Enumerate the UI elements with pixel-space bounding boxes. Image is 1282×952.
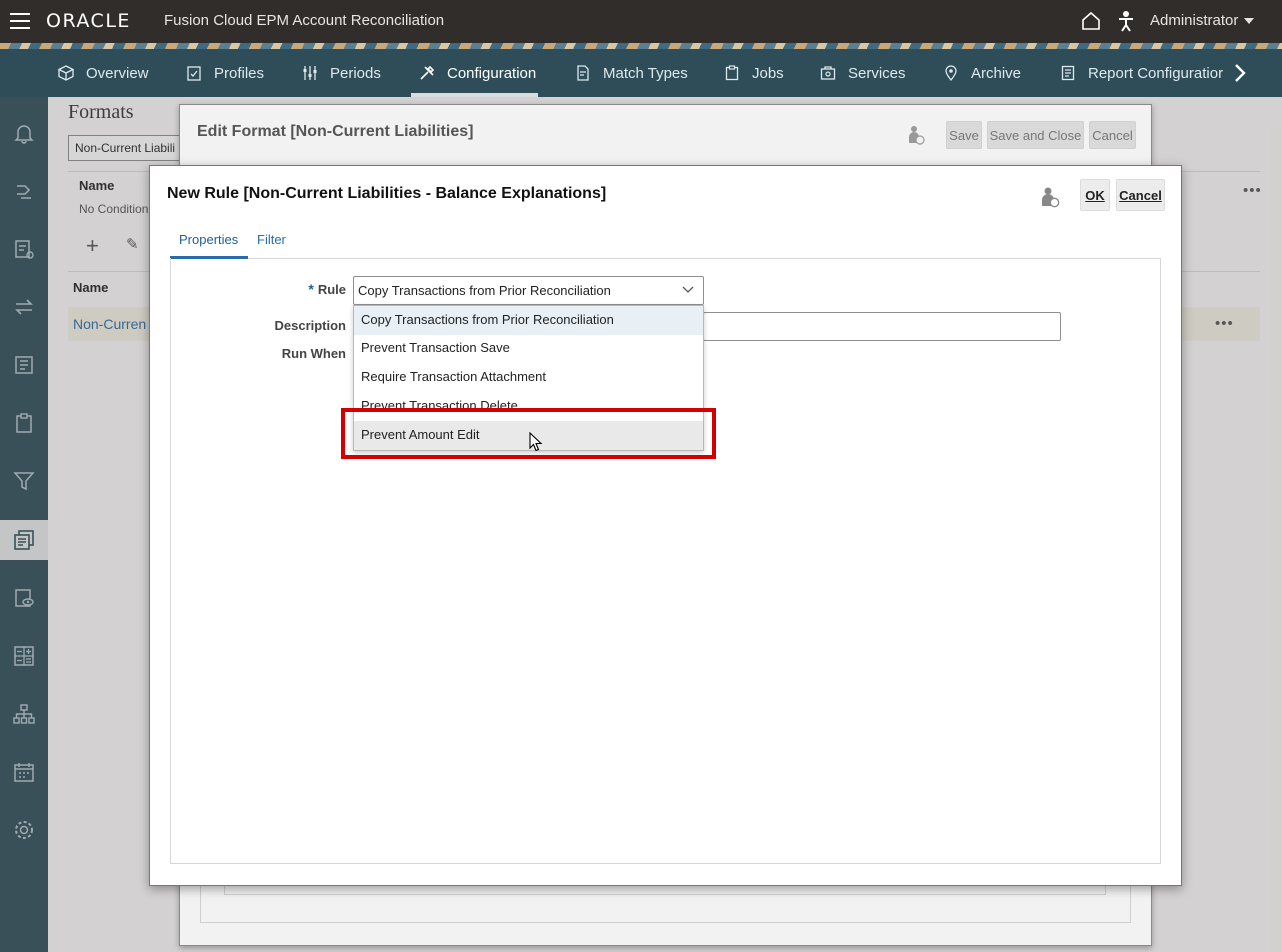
description-label: Description bbox=[274, 318, 346, 333]
edit-format-title: Edit Format [Non-Current Liabilities] bbox=[197, 123, 474, 140]
user-menu[interactable]: Administrator bbox=[1150, 12, 1255, 29]
nav-label: Match Types bbox=[603, 64, 688, 82]
nav-services[interactable]: Services bbox=[820, 49, 906, 97]
cancel-label: Cancel bbox=[1119, 187, 1162, 203]
nav-label: Report Configuratior bbox=[1088, 64, 1224, 82]
profiles-icon bbox=[186, 65, 202, 81]
app-title: Fusion Cloud EPM Account Reconciliation bbox=[164, 12, 445, 29]
new-rule-title: New Rule [Non-Current Liabilities - Bala… bbox=[167, 185, 607, 202]
mouse-cursor-icon bbox=[529, 432, 543, 452]
configuration-icon bbox=[419, 65, 435, 81]
nav-label: Periods bbox=[330, 64, 381, 82]
user-help-icon[interactable] bbox=[1040, 186, 1060, 208]
overview-icon bbox=[58, 65, 74, 81]
nav-profiles[interactable]: Profiles bbox=[186, 49, 264, 97]
rule-select[interactable]: Copy Transactions from Prior Reconciliat… bbox=[353, 276, 704, 305]
save-and-close-label: Save and Close bbox=[989, 127, 1082, 143]
cancel-button[interactable]: Cancel bbox=[1089, 121, 1136, 149]
option-copy-transactions[interactable]: Copy Transactions from Prior Reconciliat… bbox=[354, 306, 703, 335]
cancel-label: Cancel bbox=[1092, 127, 1133, 143]
services-icon bbox=[820, 65, 836, 81]
top-header: ORACLE Fusion Cloud EPM Account Reconcil… bbox=[0, 0, 1282, 43]
hamburger-menu-icon[interactable] bbox=[10, 13, 30, 29]
report-configuration-icon bbox=[1060, 65, 1076, 81]
oracle-logo: ORACLE bbox=[46, 10, 131, 32]
nav-periods[interactable]: Periods bbox=[302, 49, 381, 97]
option-require-transaction-attachment[interactable]: Require Transaction Attachment bbox=[354, 363, 703, 392]
nav-configuration[interactable]: Configuration bbox=[410, 49, 539, 97]
chevron-right-icon[interactable] bbox=[1230, 61, 1250, 85]
periods-icon bbox=[302, 65, 318, 81]
save-and-close-button[interactable]: Save and Close bbox=[987, 121, 1084, 149]
nav-label: Archive bbox=[971, 64, 1022, 82]
nav-archive[interactable]: Archive bbox=[943, 49, 1021, 97]
nav-label: Services bbox=[848, 64, 906, 82]
user-name: Administrator bbox=[1150, 12, 1239, 29]
new-rule-dialog: New Rule [Non-Current Liabilities - Bala… bbox=[149, 165, 1182, 886]
nav-label: Profiles bbox=[214, 64, 265, 82]
save-label: Save bbox=[949, 127, 979, 143]
jobs-icon bbox=[724, 65, 740, 81]
ok-button[interactable]: OK bbox=[1080, 179, 1110, 211]
rule-selected-value: Copy Transactions from Prior Reconciliat… bbox=[358, 283, 611, 298]
nav-jobs[interactable]: Jobs bbox=[724, 49, 784, 97]
home-icon[interactable] bbox=[1081, 11, 1101, 31]
match-types-icon bbox=[575, 65, 591, 81]
tab-filter[interactable]: Filter bbox=[257, 232, 286, 247]
nav-label: Jobs bbox=[752, 64, 784, 82]
nav-report-configuration[interactable]: Report Configuratior bbox=[1060, 49, 1223, 97]
tab-properties[interactable]: Properties bbox=[179, 232, 238, 247]
save-button[interactable]: Save bbox=[946, 121, 982, 149]
nav-match-types[interactable]: Match Types bbox=[575, 49, 688, 97]
chevron-down-icon bbox=[1244, 18, 1255, 25]
required-marker: * bbox=[308, 281, 314, 297]
ok-label: OK bbox=[1085, 187, 1105, 203]
nav-label: Configuration bbox=[447, 64, 537, 82]
nav-overview[interactable]: Overview bbox=[58, 49, 149, 97]
rule-label-text: Rule bbox=[317, 282, 346, 297]
run-when-label: Run When bbox=[281, 346, 346, 361]
cancel-button[interactable]: Cancel bbox=[1116, 179, 1165, 211]
option-prevent-transaction-save[interactable]: Prevent Transaction Save bbox=[354, 334, 703, 363]
nav-label: Overview bbox=[86, 64, 149, 82]
archive-icon bbox=[943, 65, 959, 81]
accessibility-icon[interactable] bbox=[1117, 10, 1135, 32]
description-field[interactable] bbox=[703, 312, 1061, 341]
chevron-down-icon bbox=[682, 286, 694, 293]
main-nav: Overview Profiles Periods Configuration … bbox=[0, 49, 1282, 97]
user-help-icon[interactable] bbox=[907, 125, 925, 145]
rule-label: * Rule bbox=[290, 281, 346, 297]
